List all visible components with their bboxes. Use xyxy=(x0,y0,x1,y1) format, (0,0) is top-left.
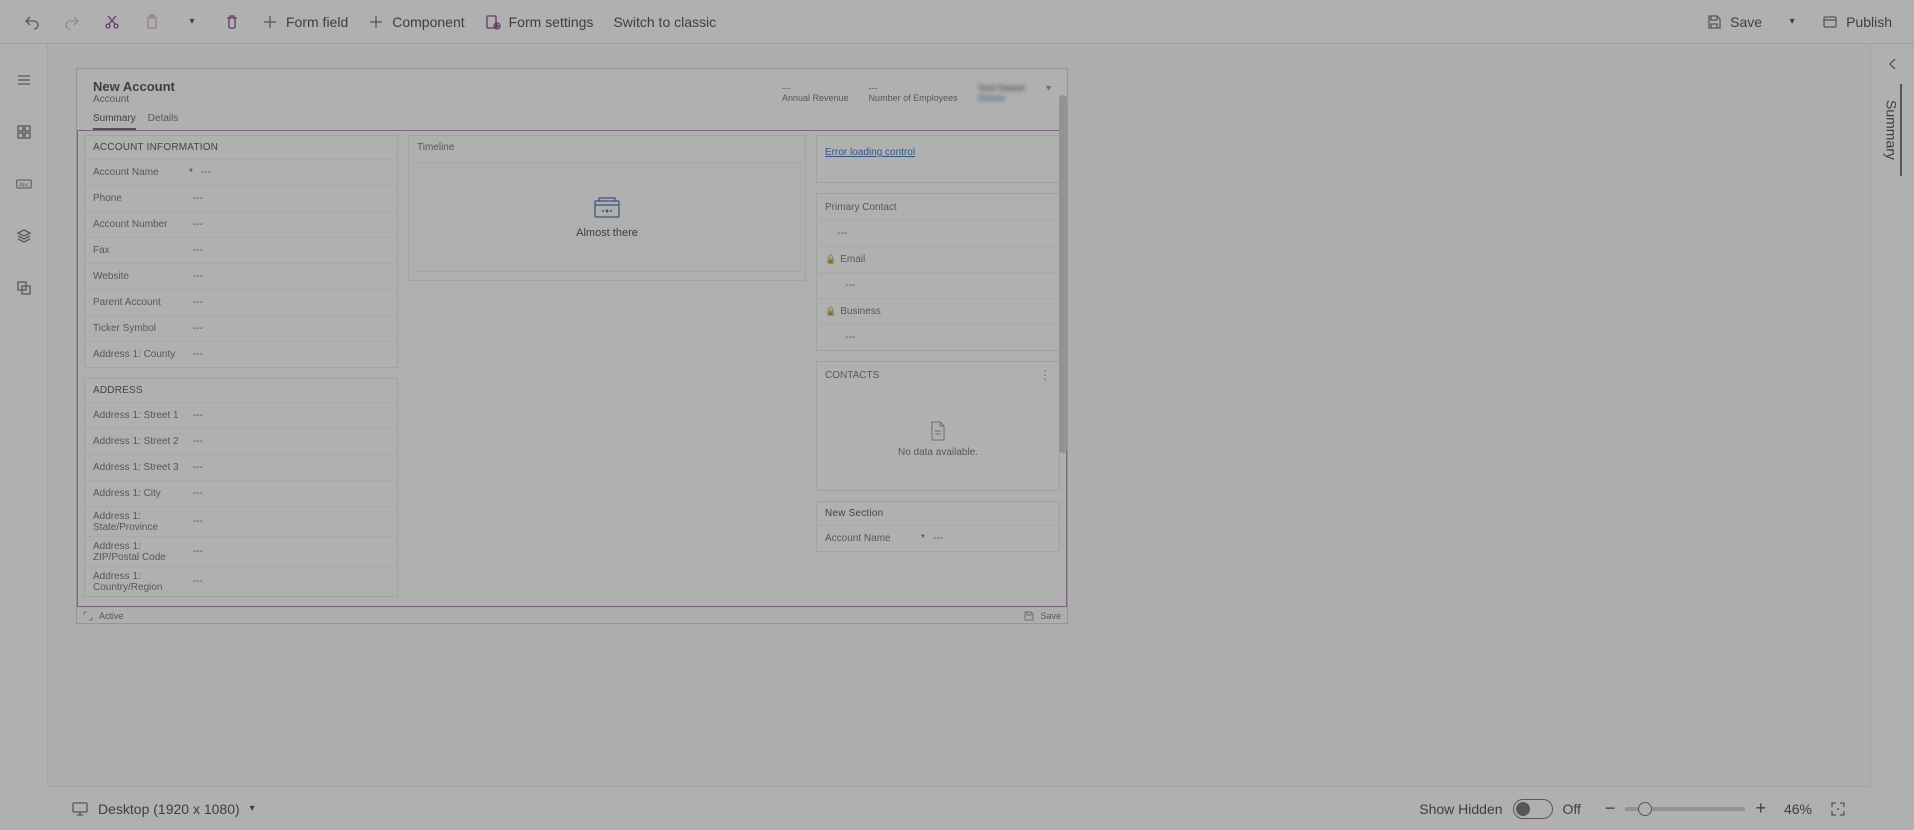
modal-overlay[interactable] xyxy=(0,0,1914,830)
